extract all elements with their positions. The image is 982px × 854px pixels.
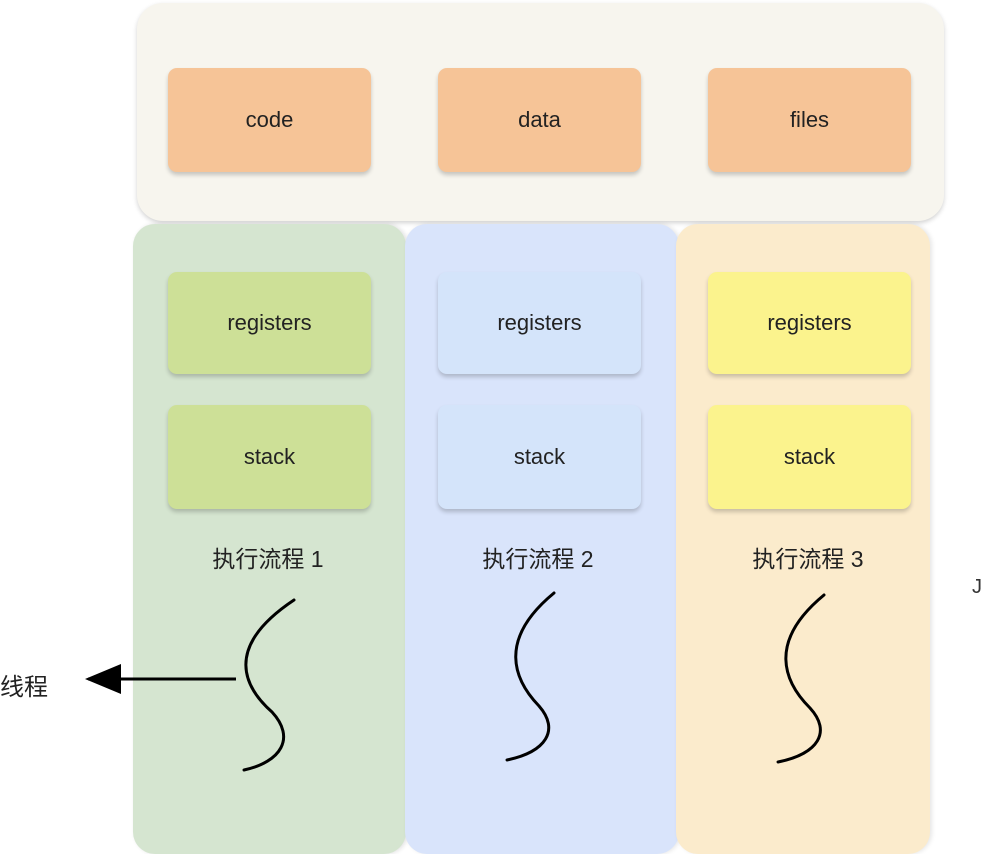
thread-curve-1	[242, 598, 296, 772]
thread-curve-2	[505, 591, 556, 762]
thread-curves	[85, 591, 826, 772]
thread-curve-3	[776, 593, 826, 764]
